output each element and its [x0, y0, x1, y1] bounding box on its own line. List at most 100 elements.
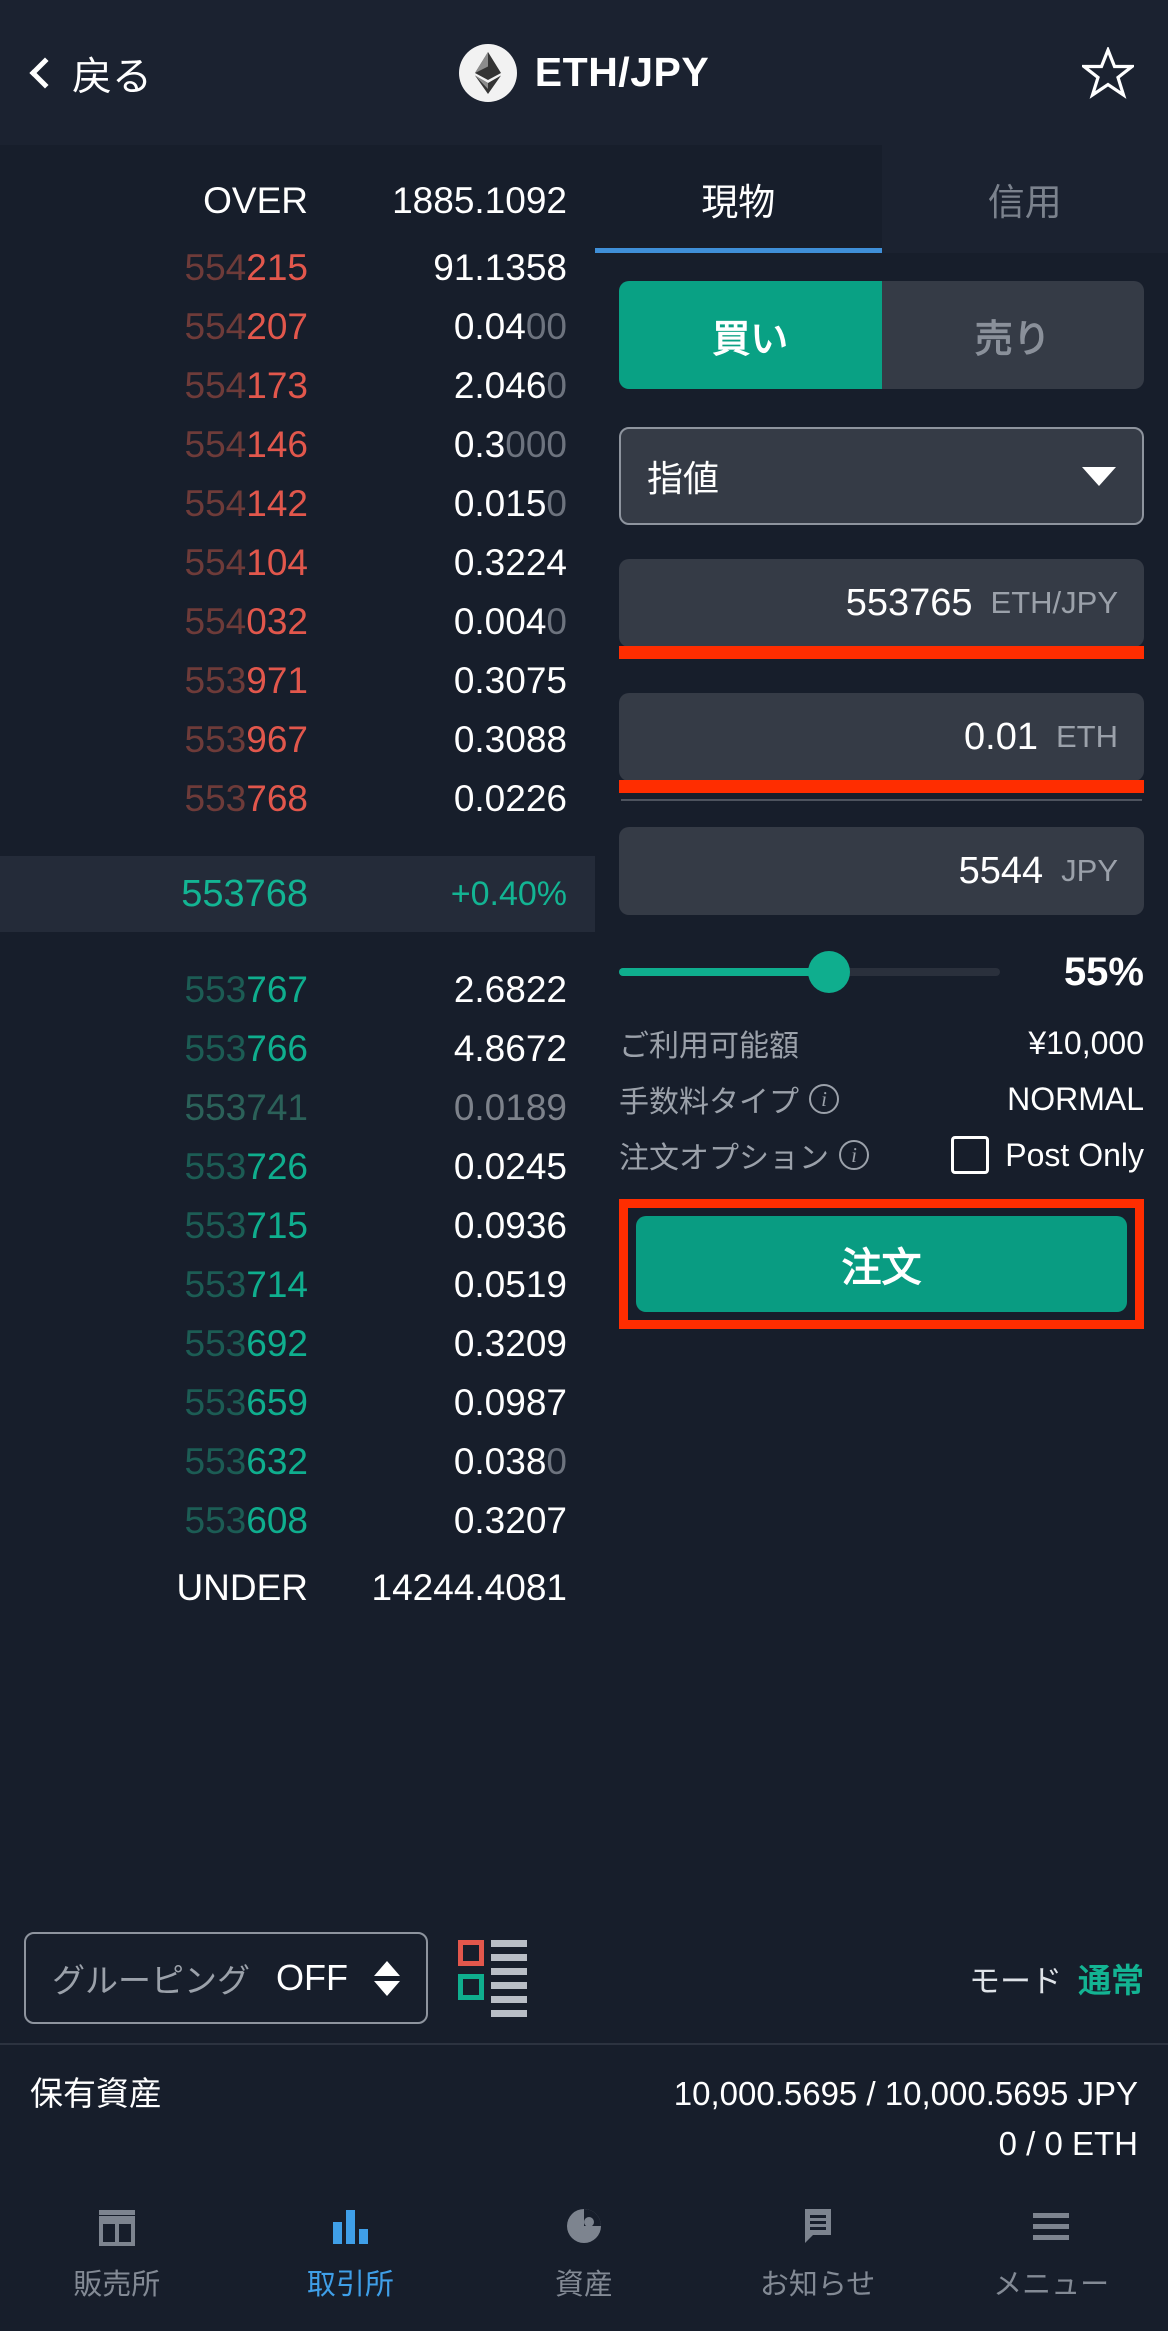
- page-title: ETH/JPY: [0, 0, 1168, 145]
- form-divider: [621, 799, 1142, 801]
- submit-highlight-box: 注文: [619, 1199, 1144, 1329]
- order-book-quantity: 0.3209: [453, 1322, 567, 1364]
- stepper-arrows-icon: [373, 1960, 400, 1996]
- nav-label-assets: 資産: [554, 2269, 613, 2301]
- nav-item-notifications[interactable]: お知らせ: [728, 2201, 908, 2303]
- holdings-eth-value: 0 / 0 ETH: [998, 2125, 1138, 2162]
- order-type-select[interactable]: 指値: [619, 427, 1144, 525]
- order-book-row[interactable]: 553766 4.8672: [0, 1019, 595, 1078]
- current-price-row[interactable]: 553768 +0.40%: [0, 856, 595, 932]
- book-layout-icon[interactable]: [457, 1939, 527, 2017]
- slider-knob[interactable]: [807, 951, 850, 993]
- order-book-row[interactable]: 553741 0.0189: [0, 1078, 595, 1137]
- order-book-row[interactable]: 554142 0.0150: [0, 474, 595, 533]
- layout-bars: [490, 1939, 527, 2017]
- order-book-row[interactable]: 554104 0.3224: [0, 533, 595, 592]
- order-book-row[interactable]: 553767 2.6822: [0, 960, 595, 1019]
- price-input[interactable]: 553765 ETH/JPY: [619, 559, 1144, 659]
- order-book-row[interactable]: 554215 91.1358: [0, 238, 595, 297]
- order-book-row[interactable]: 553768 0.0226: [0, 769, 595, 828]
- order-book-row[interactable]: 553632 0.0380: [0, 1432, 595, 1491]
- layout-squares: [457, 1939, 484, 2017]
- order-book-row[interactable]: 554146 0.3000: [0, 415, 595, 474]
- percent-slider-row: 55%: [619, 929, 1144, 1015]
- order-book-quantity: 0.0380: [453, 1440, 567, 1482]
- bottom-navigation: 販売所 取引所 資産 お知らせ メニュー: [0, 2191, 1168, 2331]
- chevron-down-icon: [1082, 466, 1116, 486]
- nav-label-menu: メニュー: [993, 2269, 1110, 2301]
- order-book-price: 553726: [184, 1145, 308, 1187]
- nav-item-store[interactable]: 販売所: [27, 2201, 207, 2303]
- order-book-row[interactable]: 553726 0.0245: [0, 1137, 595, 1196]
- fee-type-label-group: 手数料タイプ i: [619, 1077, 839, 1121]
- order-book-price: 554173: [184, 364, 308, 406]
- order-option-row: 注文オプション i Post Only: [619, 1127, 1144, 1183]
- order-book-price: 553741: [184, 1086, 308, 1128]
- buy-label: 買い: [712, 318, 789, 361]
- total-input[interactable]: 5544 JPY: [619, 827, 1144, 915]
- nav-item-assets[interactable]: 資産: [494, 2201, 674, 2303]
- favorite-star-icon[interactable]: [1082, 46, 1134, 99]
- order-book: OVER 1885.1092 554215 91.1358 554207 0.0400…: [0, 145, 595, 1913]
- total-input-unit: JPY: [1061, 853, 1118, 888]
- order-book-quantity: 0.3224: [453, 541, 567, 583]
- order-book-quantity: 0.0226: [453, 777, 567, 819]
- order-book-quantity: 0.0040: [453, 600, 567, 642]
- order-book-row[interactable]: 554207 0.0400: [0, 297, 595, 356]
- order-type-value: 指値: [647, 458, 720, 499]
- holdings-eth-row: 0 / 0 ETH: [30, 2125, 1138, 2163]
- info-icon-order-option[interactable]: i: [839, 1140, 869, 1170]
- hamburger-menu-icon: [1028, 2201, 1074, 2251]
- nav-item-exchange[interactable]: 取引所: [260, 2201, 440, 2303]
- order-book-row[interactable]: 553714 0.0519: [0, 1255, 595, 1314]
- order-book-price: 553767: [184, 968, 308, 1010]
- submit-order-button[interactable]: 注文: [636, 1216, 1127, 1312]
- grouping-select[interactable]: グルーピング OFF: [24, 1932, 428, 2024]
- nav-item-menu[interactable]: メニュー: [961, 2201, 1141, 2303]
- grouping-value: OFF: [276, 1957, 348, 1998]
- percent-slider[interactable]: [619, 951, 1000, 993]
- slider-percent-label: 55%: [1063, 949, 1144, 994]
- slider-fill: [619, 968, 829, 976]
- pair-title-label: ETH/JPY: [534, 49, 710, 95]
- order-book-row[interactable]: 553659 0.0987: [0, 1373, 595, 1432]
- current-price: 553768: [181, 872, 308, 915]
- order-book-row[interactable]: 554173 2.0460: [0, 356, 595, 415]
- order-book-row[interactable]: 553967 0.3088: [0, 710, 595, 769]
- mode-label: モード: [969, 1963, 1062, 1999]
- back-label: 戻る: [72, 54, 152, 99]
- order-book-quantity: 0.0245: [453, 1145, 567, 1187]
- info-icon[interactable]: i: [809, 1084, 839, 1114]
- pie-chart-icon: [561, 2201, 607, 2251]
- order-form-panel: 現物 信用 買い 売り 指値 553765 ETH/JPY 0.01 ETH 5…: [595, 145, 1168, 1913]
- back-button[interactable]: 戻る: [29, 44, 152, 102]
- app-header: 戻る ETH/JPY: [0, 0, 1168, 145]
- nav-label-exchange: 取引所: [306, 2269, 394, 2301]
- amount-input[interactable]: 0.01 ETH: [619, 693, 1144, 793]
- post-only-checkbox[interactable]: [951, 1136, 990, 1174]
- order-book-quantity: 4.8672: [453, 1027, 567, 1069]
- order-book-row[interactable]: 554032 0.0040: [0, 592, 595, 651]
- grouping-label: グルーピング: [52, 1962, 250, 1999]
- order-book-price: 554142: [184, 482, 308, 524]
- order-book-price: 554215: [184, 246, 308, 288]
- order-book-row[interactable]: 553971 0.3075: [0, 651, 595, 710]
- bid-rows: 553767 2.6822 553766 4.8672 553741 0.0189 5537…: [0, 960, 595, 1550]
- mode-value: 通常: [1078, 1962, 1144, 1999]
- sell-button[interactable]: 売り: [881, 281, 1144, 389]
- order-book-row[interactable]: 553692 0.3209: [0, 1314, 595, 1373]
- order-book-controls: グルーピング OFF モード 通常: [0, 1913, 1168, 2043]
- tab-margin[interactable]: 信用: [881, 145, 1168, 253]
- tab-spot[interactable]: 現物: [595, 145, 882, 253]
- order-book-price: 553715: [184, 1204, 308, 1246]
- price-input-unit: ETH/JPY: [990, 585, 1118, 620]
- mode-selector[interactable]: モード 通常: [969, 1954, 1144, 2002]
- order-book-row[interactable]: 553715 0.0936: [0, 1196, 595, 1255]
- order-book-price: 553714: [184, 1263, 308, 1305]
- order-book-price: 553632: [184, 1440, 308, 1482]
- order-book-row[interactable]: 553608 0.3207: [0, 1491, 595, 1550]
- order-book-price: 553967: [184, 718, 308, 760]
- order-form-body: 買い 売り 指値 553765 ETH/JPY 0.01 ETH 5544 JP…: [595, 253, 1168, 1329]
- buy-button[interactable]: 買い: [619, 281, 882, 389]
- ask-rows: 554215 91.1358 554207 0.0400 554173 2.0460 554…: [0, 238, 595, 828]
